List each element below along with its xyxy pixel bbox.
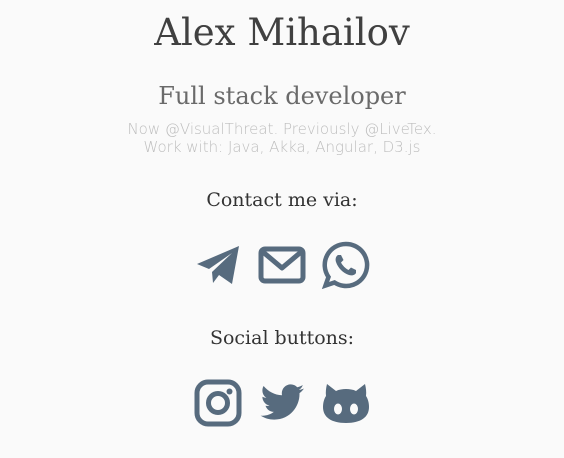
whatsapp-icon[interactable] <box>321 240 371 290</box>
email-icon[interactable] <box>257 240 307 290</box>
github-icon[interactable] <box>321 378 371 428</box>
social-icons <box>0 378 564 428</box>
contact-heading: Contact me via: <box>206 189 358 211</box>
bio-line-2: Work with: Java, Akka, Angular, D3.js <box>143 138 421 156</box>
social-heading: Social buttons: <box>209 327 355 349</box>
bio-line-1: Now @VisualThreat. Previously @LiveTex. <box>127 120 437 138</box>
instagram-icon[interactable] <box>193 378 243 428</box>
profile-name: Alex Mihailov <box>154 11 410 54</box>
twitter-icon[interactable] <box>257 378 307 428</box>
telegram-icon[interactable] <box>193 240 243 290</box>
contact-icons <box>0 240 564 290</box>
profile-role: Full stack developer <box>158 82 406 110</box>
